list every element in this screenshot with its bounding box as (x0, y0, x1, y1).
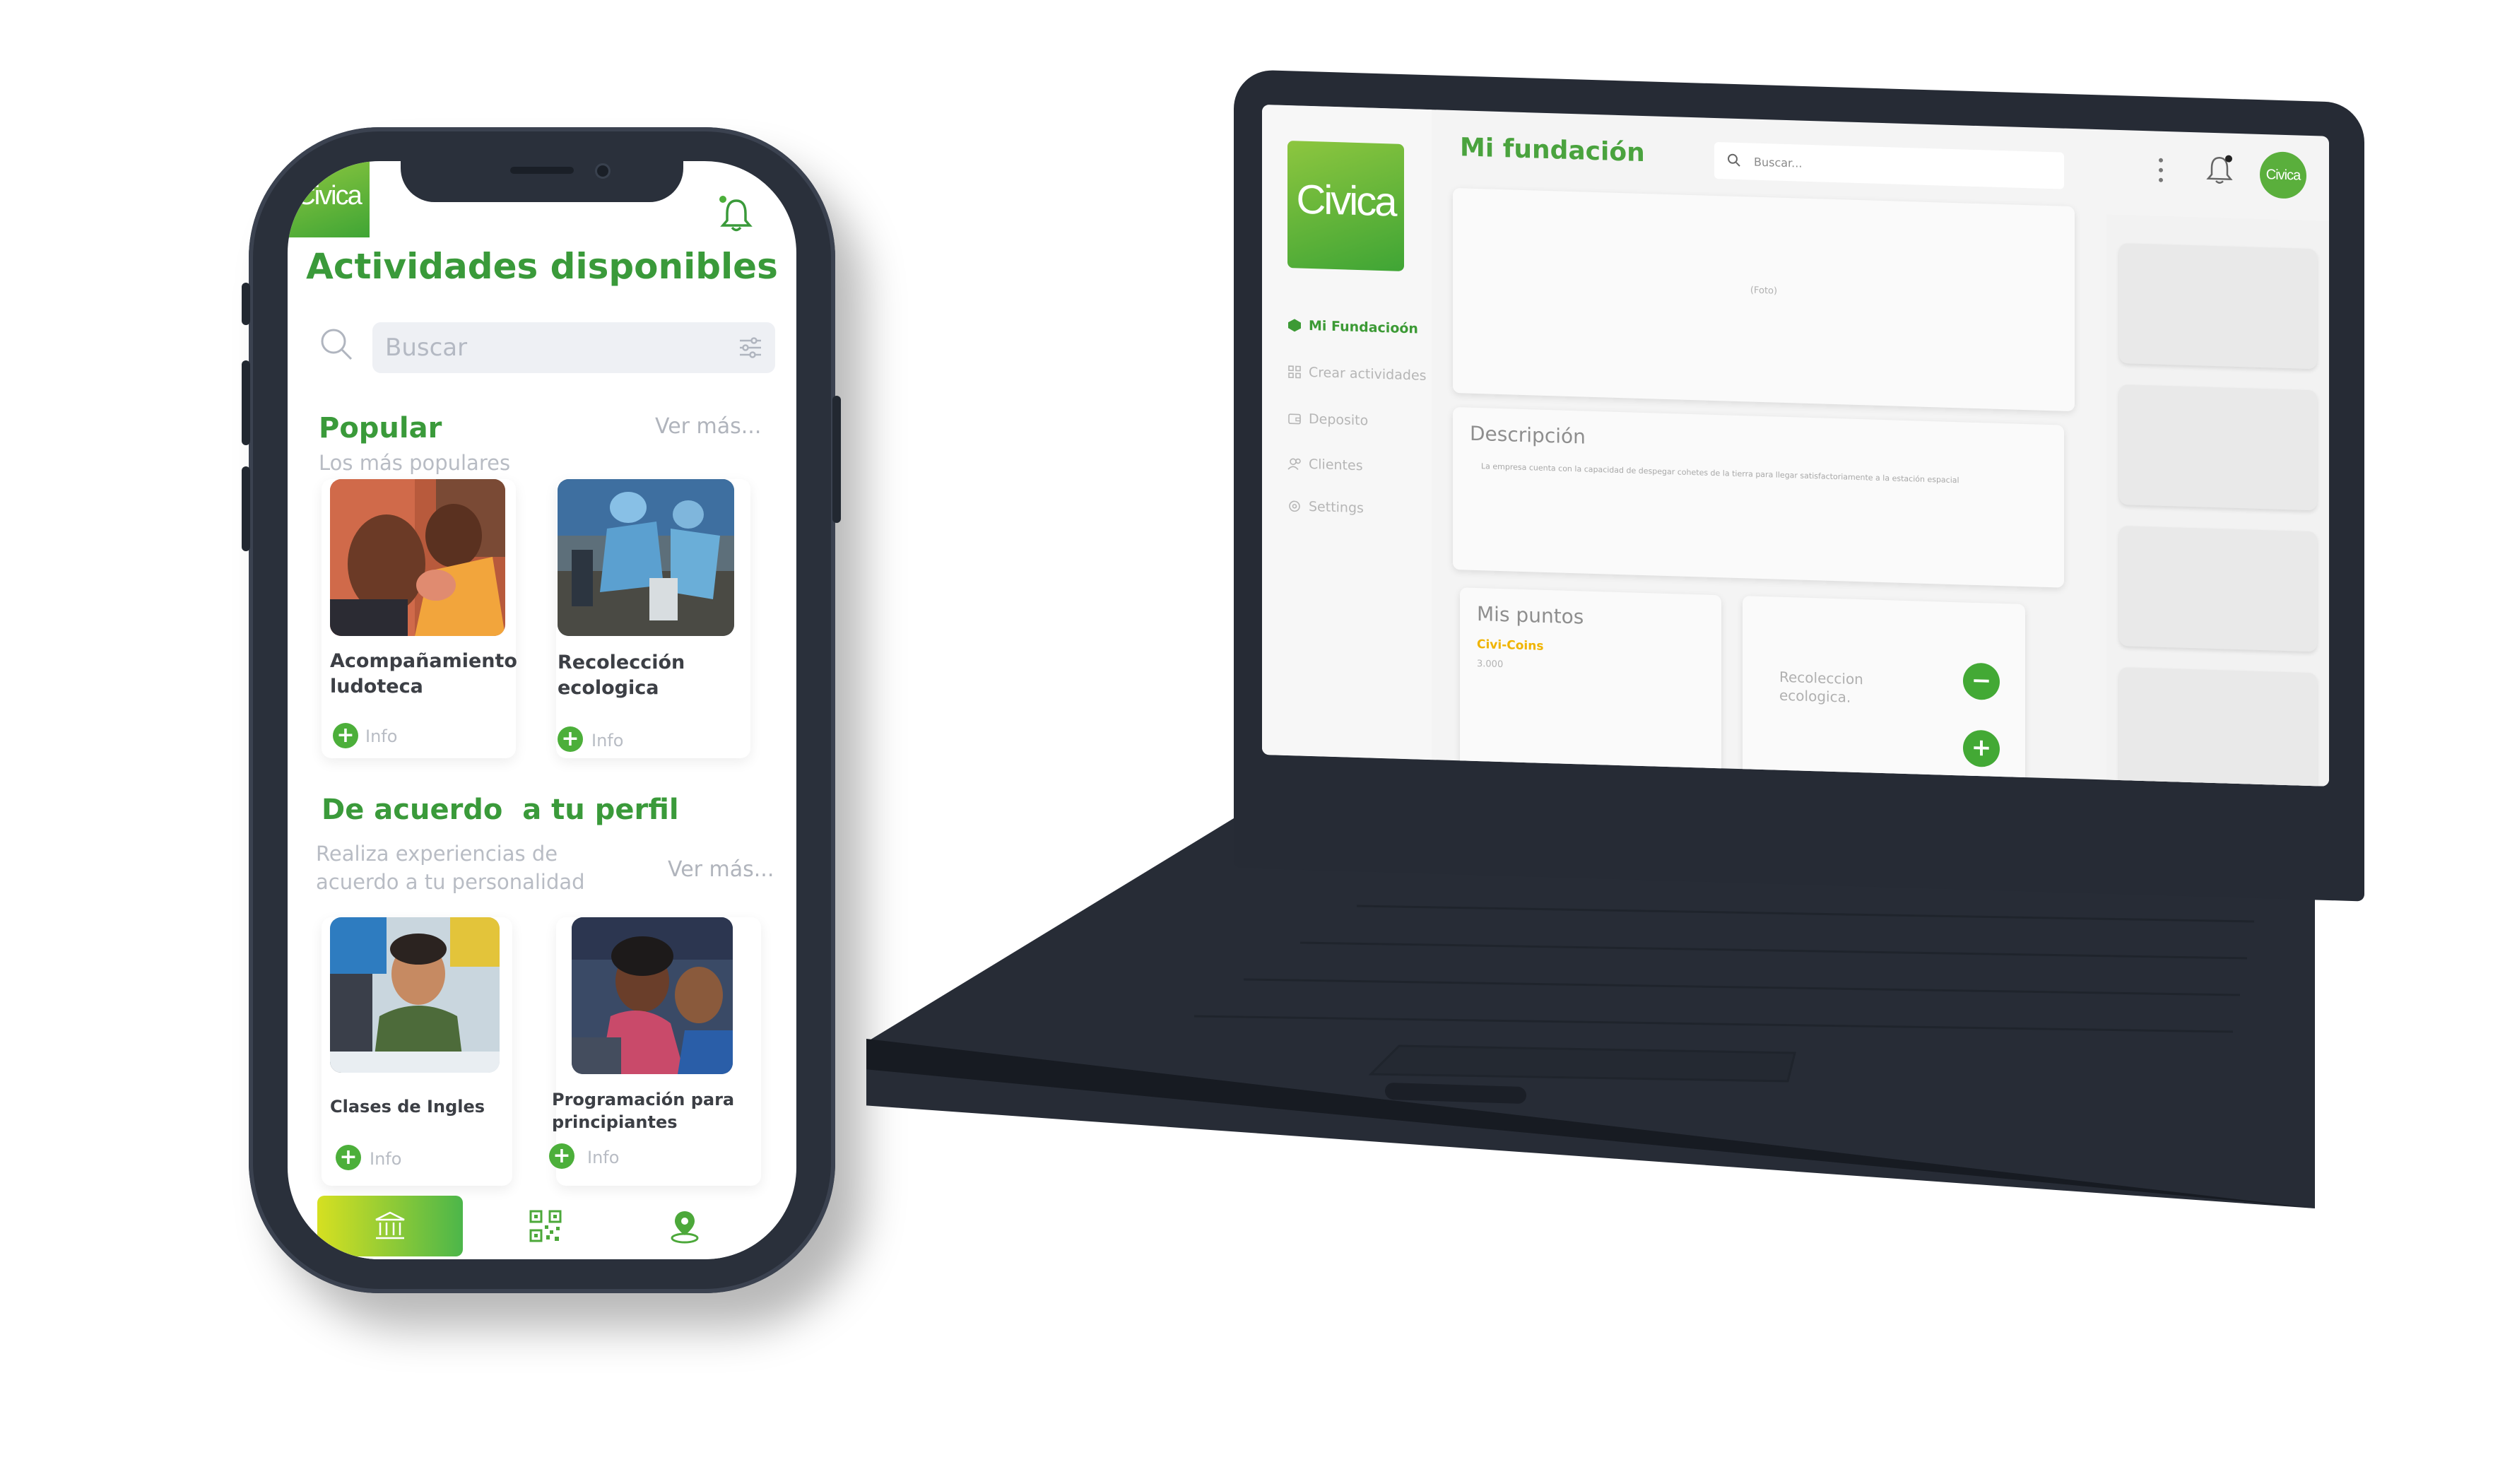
bank-icon (375, 1211, 405, 1239)
volume-up-button (242, 360, 250, 445)
popular-subtitle: Los más populares (319, 451, 511, 475)
volume-down-button (242, 466, 250, 551)
increase-button[interactable]: + (1963, 729, 2000, 767)
points-value: 3.000 (1477, 659, 1504, 671)
photo-card[interactable]: (Foto) (1453, 188, 2075, 412)
cube-icon (1288, 319, 1301, 332)
sidebar-item-clientes[interactable]: Clientes (1287, 456, 1363, 473)
sidebar-item-settings[interactable]: Settings (1287, 498, 1364, 516)
search-icon[interactable] (319, 326, 354, 362)
sidebar: Civica Mi Fundacioón Crear actividades D… (1262, 105, 1432, 760)
right-panel-card[interactable] (2119, 243, 2317, 370)
search-icon (1728, 153, 1740, 167)
decrease-button[interactable]: − (1963, 662, 2000, 700)
speaker (510, 167, 574, 174)
description-heading: Descripción (1470, 421, 1586, 449)
notification-bell-icon[interactable] (2205, 154, 2234, 186)
phone-device: Civica Actividades disponibles Buscar Po… (242, 127, 841, 1293)
activity-title: Clases de Ingles (330, 1097, 485, 1117)
bottom-navigation (288, 1196, 796, 1259)
activity-title: Acompañamiento ludoteca (330, 650, 517, 697)
activity-card[interactable]: Programación para principiantes + Info (549, 917, 761, 1186)
description-text: La empresa cuenta con la capacidad de de… (1481, 461, 1959, 485)
popular-see-more-link[interactable]: Ver más... (655, 414, 761, 439)
add-activity-button[interactable]: + (549, 1143, 574, 1169)
wallet-icon (1288, 413, 1301, 425)
search-input[interactable]: Buscar (372, 322, 775, 373)
sidebar-item-deposito[interactable]: Deposito (1287, 411, 1368, 428)
laptop-screen: Civica Mi Fundacioón Crear actividades D… (1262, 105, 2329, 787)
activity-title: Recolección ecologica (558, 652, 685, 699)
info-link[interactable]: Info (591, 731, 623, 750)
sidebar-item-mi-fundacion[interactable]: Mi Fundacioón (1287, 317, 1418, 337)
activity-photo (330, 479, 505, 636)
profile-heading: De acuerdo a tu perfil (322, 794, 679, 826)
gear-icon (1289, 500, 1300, 512)
civica-logo: Civica (288, 161, 370, 237)
popular-heading: Popular (319, 412, 442, 444)
right-panel-card[interactable] (2119, 667, 2317, 787)
avatar[interactable]: Civica (2260, 151, 2306, 199)
sidebar-item-crear-actividades[interactable]: Crear actividades (1287, 364, 1427, 384)
info-link[interactable]: Info (365, 726, 397, 746)
activity-card[interactable]: Clases de Ingles + Info (322, 917, 512, 1186)
add-activity-button[interactable]: + (558, 726, 583, 752)
right-panel-card[interactable] (2119, 384, 2317, 511)
page-title: Mi fundación (1460, 133, 1645, 168)
activity-card[interactable]: Recolección ecologica + Info (556, 479, 750, 758)
camera (595, 163, 611, 179)
photo-placeholder: (Foto) (1750, 285, 1778, 297)
notification-bell-icon[interactable] (719, 195, 754, 233)
points-heading: Mis puntos (1477, 602, 1584, 629)
profile-see-more-link[interactable]: Ver más... (668, 857, 774, 882)
users-icon (1287, 458, 1301, 471)
right-panel (2106, 214, 2329, 787)
activity-card: Recoleccion ecologica. − + (1743, 596, 2025, 787)
map-pin-icon[interactable] (669, 1208, 700, 1244)
grid-icon (1288, 365, 1301, 379)
phone-screen: Civica Actividades disponibles Buscar Po… (288, 161, 796, 1259)
search-placeholder: Buscar... (1754, 155, 1803, 170)
description-card: Descripción La empresa cuenta con la cap… (1453, 407, 2064, 588)
power-button (832, 396, 841, 523)
search-placeholder: Buscar (385, 334, 468, 362)
activity-photo (330, 917, 500, 1073)
nav-home-button[interactable] (317, 1196, 463, 1256)
activity-photo (558, 479, 734, 636)
add-activity-button[interactable]: + (336, 1145, 361, 1170)
points-currency: Civi-Coins (1477, 637, 1544, 654)
activity-name: Recoleccion ecologica. (1779, 668, 1863, 706)
civica-logo: Civica (1287, 141, 1404, 271)
phone-side-button (242, 283, 250, 325)
activity-card[interactable]: Acompañamiento ludoteca + Info (322, 479, 517, 758)
activity-photo (572, 917, 733, 1074)
activity-title: Programación para principiantes (552, 1090, 735, 1132)
right-panel-card[interactable] (2119, 526, 2317, 652)
info-link[interactable]: Info (370, 1149, 401, 1169)
filter-icon[interactable] (738, 336, 762, 359)
qr-code-icon[interactable] (529, 1210, 562, 1242)
profile-subtitle: Realiza experiencias de acuerdo a tu per… (316, 842, 585, 894)
info-link[interactable]: Info (587, 1148, 619, 1167)
points-card: Mis puntos Civi-Coins 3.000 (1460, 587, 1721, 779)
phone-notch (401, 161, 683, 202)
add-activity-button[interactable]: + (333, 723, 358, 748)
search-input[interactable]: Buscar... (1714, 141, 2064, 189)
more-options-icon[interactable] (2156, 156, 2166, 184)
page-title: Actividades disponibles (306, 246, 778, 287)
